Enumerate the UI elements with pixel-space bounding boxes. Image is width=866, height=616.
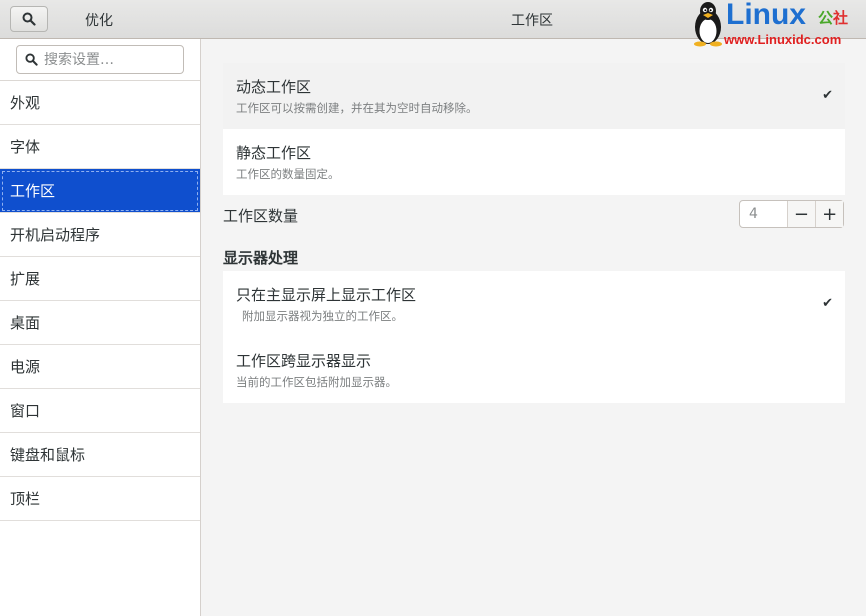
sidebar-item-windows[interactable]: 窗口 [0, 389, 200, 433]
sidebar: 外观 字体 工作区 开机启动程序 扩展 桌面 电源 窗口 键盘和鼠标 顶栏 [0, 39, 201, 616]
display-handling-list: 只在主显示屏上显示工作区 附加显示器视为独立的工作区。 ✔ 工作区跨显示器显示 … [223, 271, 845, 403]
row-subtitle: 附加显示器视为独立的工作区。 [242, 309, 403, 323]
sidebar-list: 外观 字体 工作区 开机启动程序 扩展 桌面 电源 窗口 键盘和鼠标 顶栏 [0, 80, 200, 521]
row-subtitle: 工作区的数量固定。 [236, 167, 340, 181]
dynamic-workspaces-row[interactable]: 动态工作区 工作区可以按需创建，并在其为空时自动移除。 ✔ [223, 63, 845, 129]
row-title: 动态工作区 [236, 78, 312, 96]
row-subtitle: 工作区可以按需创建，并在其为空时自动移除。 [236, 101, 478, 115]
sidebar-item-keyboard-mouse[interactable]: 键盘和鼠标 [0, 433, 200, 477]
sidebar-item-top-bar[interactable]: 顶栏 [0, 477, 200, 521]
sidebar-item-desktop[interactable]: 桌面 [0, 301, 200, 345]
display-section-title: 显示器处理 [223, 249, 299, 267]
content-panel: 动态工作区 工作区可以按需创建，并在其为空时自动移除。 ✔ 静态工作区 工作区的… [202, 39, 866, 616]
search-icon [22, 12, 36, 26]
search-icon [25, 53, 38, 66]
sidebar-item-appearance[interactable]: 外观 [0, 81, 200, 125]
workspace-mode-list: 动态工作区 工作区可以按需创建，并在其为空时自动移除。 ✔ 静态工作区 工作区的… [223, 63, 845, 195]
watermark-title: Linux [726, 0, 806, 31]
checkmark-icon: ✔ [822, 296, 833, 311]
decrement-button[interactable]: − [787, 201, 816, 227]
sidebar-item-workspaces[interactable]: 工作区 [0, 169, 200, 213]
workspace-count-input[interactable]: 4 [740, 201, 788, 227]
primary-display-only-row[interactable]: 只在主显示屏上显示工作区 附加显示器视为独立的工作区。 ✔ [223, 271, 845, 337]
search-input[interactable] [44, 51, 174, 68]
sidebar-item-fonts[interactable]: 字体 [0, 125, 200, 169]
watermark-subtitle: 公社 [818, 9, 849, 27]
span-displays-row[interactable]: 工作区跨显示器显示 当前的工作区包括附加显示器。 [223, 337, 845, 403]
sidebar-item-extensions[interactable]: 扩展 [0, 257, 200, 301]
page-title: 工作区 [511, 13, 553, 29]
search-button[interactable] [10, 6, 48, 32]
search-field[interactable] [16, 45, 184, 74]
sidebar-item-power[interactable]: 电源 [0, 345, 200, 389]
row-title: 只在主显示屏上显示工作区 [236, 286, 417, 304]
app-title: 优化 [85, 13, 113, 29]
row-title: 静态工作区 [236, 144, 312, 162]
workspace-count-label: 工作区数量 [223, 207, 299, 225]
increment-button[interactable]: + [815, 201, 843, 227]
sidebar-item-startup-apps[interactable]: 开机启动程序 [0, 213, 200, 257]
static-workspaces-row[interactable]: 静态工作区 工作区的数量固定。 [223, 129, 845, 195]
workspace-count-stepper: 4 − + [739, 200, 844, 228]
checkmark-icon: ✔ [822, 88, 833, 103]
row-subtitle: 当前的工作区包括附加显示器。 [236, 375, 397, 389]
row-title: 工作区跨显示器显示 [236, 352, 372, 370]
